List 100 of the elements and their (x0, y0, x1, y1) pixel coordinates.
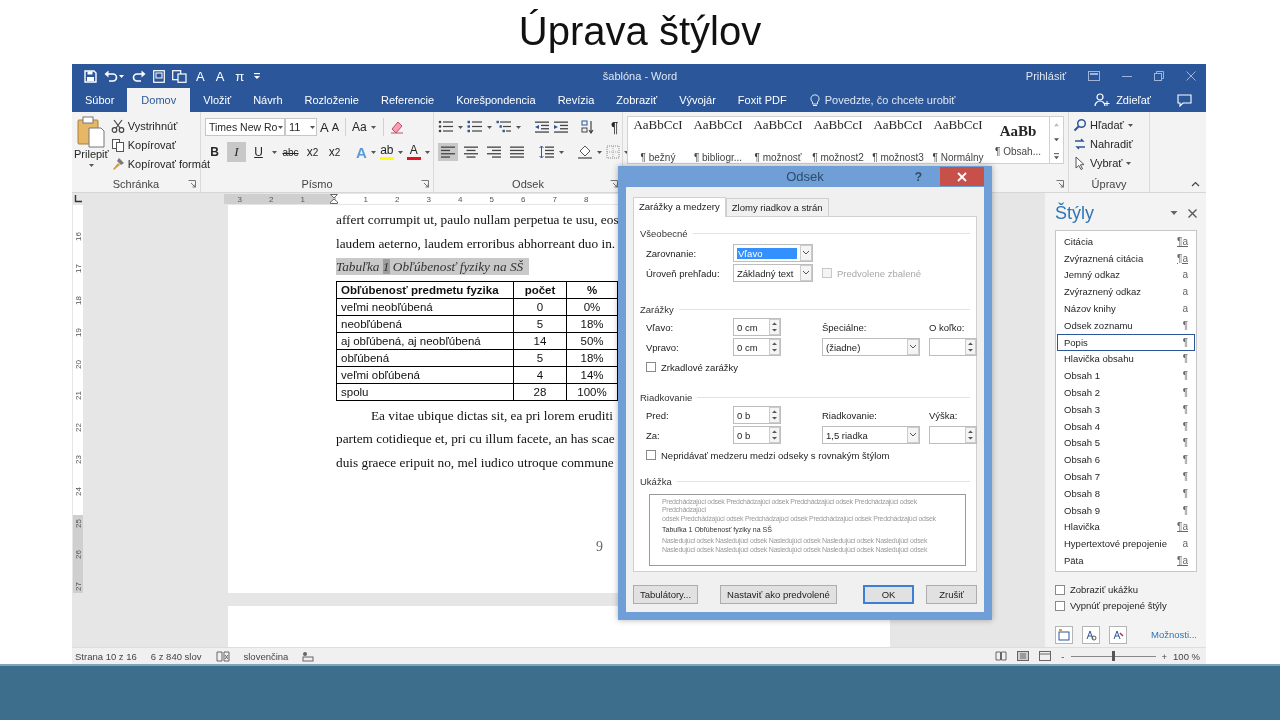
style-list-item[interactable]: Citácia ¶a (1057, 233, 1195, 250)
editing-command[interactable]: Nahradiť (1090, 137, 1133, 150)
number-field[interactable]: 0 b (733, 406, 781, 424)
zoom-out-button[interactable]: - (1061, 650, 1065, 662)
number-field[interactable]: 0 cm (733, 338, 781, 356)
group-label: Písmo (301, 178, 333, 190)
show-marks-button[interactable]: ¶ (607, 119, 623, 135)
style-list-item[interactable]: Obsah 8 ¶ (1057, 484, 1195, 502)
toolbar-button[interactable]: A (194, 68, 207, 84)
word-count[interactable]: 6 z 840 slov (150, 650, 202, 662)
field-label: O koľko: (929, 320, 966, 335)
ribbon-tab[interactable]: Referencie (369, 88, 446, 112)
dialog-button[interactable]: Tabulátory... (633, 585, 699, 604)
toolbar-button[interactable]: π (233, 68, 247, 84)
tell-me-field[interactable]: Povedzte, čo chcete urobiť (824, 94, 956, 106)
style-preview[interactable]: AaBbCcI (873, 117, 923, 146)
table-cell: veľmi neobľúbená (336, 298, 514, 315)
style-name[interactable]: ¶ bežný (640, 152, 676, 163)
format-button[interactable]: I (227, 142, 246, 162)
style-preview[interactable]: AaBbCcI (813, 117, 863, 146)
dialog-button[interactable]: OK (862, 585, 915, 604)
style-list-item[interactable]: Obsah 2 ¶ (1057, 384, 1195, 401)
style-list-item[interactable]: Obsah 5 ¶ (1057, 434, 1195, 452)
options-link[interactable]: Možnosti... (1151, 629, 1197, 641)
style-list-item[interactable]: Odsek zoznamu ¶ (1057, 317, 1195, 334)
style-list-item[interactable]: Hypertextové prepojenie a (1057, 535, 1195, 553)
style-list-item[interactable]: Hlavička obsahu ¶ (1057, 350, 1195, 368)
style-list-item[interactable]: Zvýraznená citácia ¶a (1057, 249, 1195, 267)
ribbon-tab[interactable]: Revízia (546, 88, 606, 112)
table-cell: spolu (336, 383, 514, 400)
style-list-item[interactable]: Obsah 6 ¶ (1057, 451, 1195, 469)
style-list-item[interactable]: Hlavička ¶a (1057, 518, 1195, 536)
share-button[interactable]: Zdieľať (1116, 94, 1151, 106)
slide-title: Úprava štýlov (517, 8, 763, 55)
table-header-cell: počet (513, 281, 567, 298)
page-count[interactable]: Strana 10 z 16 (75, 650, 137, 662)
ribbon-tab[interactable]: Korešpondencia (445, 88, 547, 112)
style-preview[interactable]: AaBbCcI (693, 117, 743, 146)
style-name[interactable]: ¶ možnosť (754, 152, 802, 163)
ribbon-tab[interactable]: Rozloženie (293, 88, 370, 112)
change-case-button[interactable]: Aa (352, 120, 367, 134)
style-list-item[interactable]: Jemný odkaz a (1057, 266, 1195, 284)
style-list-item[interactable]: Popis ¶ (1057, 333, 1195, 351)
style-name[interactable]: ¶ Obsah... (995, 146, 1041, 157)
editing-command[interactable]: Vybrať (1090, 156, 1123, 169)
dropdown[interactable]: 1,5 riadka (822, 426, 920, 444)
ribbon-tab[interactable]: Návrh (242, 88, 294, 112)
paste-button[interactable]: Prilepiť (74, 148, 109, 160)
dropdown[interactable]: (žiadne) (822, 338, 920, 356)
clipboard-command[interactable]: Vystrihnúť (127, 119, 178, 132)
ribbon-tab[interactable]: Foxit PDF (726, 88, 798, 112)
dialog-tab[interactable]: Zlomy riadkov a strán (725, 198, 829, 216)
ruler-number: 1 (300, 194, 305, 204)
table-cell: 5 (513, 315, 567, 332)
grow-font-button[interactable]: A (320, 119, 329, 135)
ruler-number: 23 (73, 455, 83, 464)
ribbon-tab[interactable]: Vložiť (192, 88, 243, 112)
style-name[interactable]: ¶ možnost3 (872, 152, 924, 163)
checkbox-label: Vypnúť prepojené štýly (1070, 600, 1167, 612)
format-button[interactable]: abc (281, 142, 300, 162)
clipboard-command[interactable]: Kopírovať (127, 138, 176, 151)
style-preview[interactable]: AaBbCcI (753, 117, 803, 146)
format-button[interactable]: U (249, 142, 268, 162)
style-name[interactable]: ¶ možnost2 (812, 152, 864, 163)
style-list-item[interactable]: Obsah 7 ¶ (1057, 468, 1195, 485)
font-name-box[interactable]: Times New Ro (205, 118, 285, 136)
toolbar-button[interactable]: A (213, 68, 227, 84)
highlight-button[interactable]: ab (379, 144, 394, 160)
sign-in-link[interactable]: Prihlásiť (1025, 70, 1066, 82)
style-list-item[interactable]: Obsah 9 ¶ (1057, 501, 1195, 519)
number-field[interactable]: 0 cm (733, 318, 781, 336)
zoom-in-button[interactable]: + (1161, 650, 1168, 662)
ruler-number: 25 (73, 518, 83, 528)
style-list-item[interactable]: Zvýraznený odkaz a (1057, 283, 1195, 301)
style-name[interactable]: ¶ bibliogr... (693, 152, 743, 163)
group-label: Odsek (512, 178, 544, 190)
style-preview[interactable]: AaBbCcI (933, 117, 983, 146)
language-indicator[interactable]: slovenčina (243, 650, 289, 662)
number-field[interactable]: 0 b (733, 426, 781, 444)
shrink-font-button[interactable]: A (331, 121, 339, 133)
style-list-item[interactable]: Päta ¶a (1057, 552, 1195, 569)
zoom-level[interactable]: 100 % (1173, 650, 1200, 662)
ribbon-tab[interactable]: Zobraziť (605, 88, 669, 112)
dialog-button[interactable]: Zrušiť (926, 585, 977, 604)
style-preview[interactable]: AaBbCcI (633, 117, 683, 146)
style-list-item[interactable]: Obsah 1 ¶ (1057, 367, 1195, 385)
dropdown[interactable]: Základný text (733, 264, 813, 282)
style-list-item[interactable]: Obsah 4 ¶ (1057, 417, 1195, 435)
dialog-tab[interactable]: Zarážky a medzery (633, 197, 726, 217)
ribbon-tab[interactable]: Súbor (74, 88, 126, 112)
font-color-button[interactable]: A (406, 144, 421, 160)
ribbon-tab[interactable]: Vývojár (668, 88, 727, 112)
style-list-item[interactable]: Obsah 3 ¶ (1057, 400, 1195, 418)
editing-command[interactable]: Hľadať (1090, 118, 1124, 131)
style-preview[interactable]: AaBb (999, 123, 1037, 140)
dialog-button[interactable]: Nastaviť ako predvolené (720, 585, 837, 604)
font-size-box[interactable]: 11 (285, 118, 317, 136)
ribbon-tab[interactable]: Domov (127, 88, 191, 112)
style-name[interactable]: ¶ Normálny (932, 152, 984, 163)
style-list-item[interactable]: Názov knihy a (1057, 300, 1195, 317)
